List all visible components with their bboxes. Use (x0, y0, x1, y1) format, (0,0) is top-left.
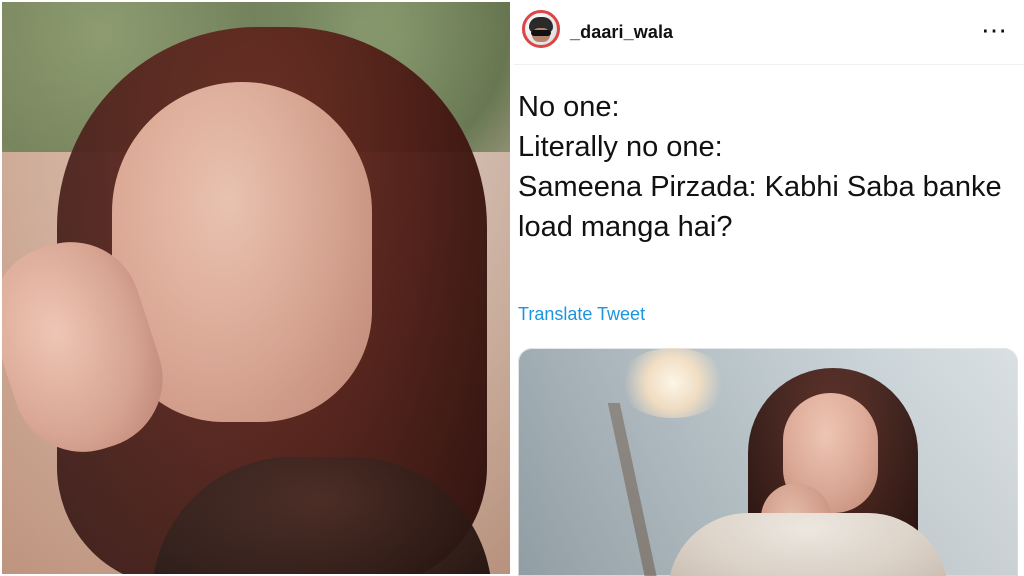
translate-tweet-link[interactable]: Translate Tweet (518, 304, 645, 325)
tweet-text-line-2: Literally no one: (518, 131, 723, 163)
tweet-media-image[interactable] (518, 348, 1018, 576)
media-shade (518, 348, 1018, 576)
tweet-card: _daari_wala ⋯ No one: Literally no one: … (514, 0, 1024, 576)
username[interactable]: _daari_wala (570, 22, 673, 43)
more-horizontal-icon: ⋯ (981, 15, 1007, 45)
tweet-text-line-1: No one: (518, 91, 620, 123)
tweet-header: _daari_wala ⋯ (514, 0, 1024, 65)
more-options-button[interactable]: ⋯ (980, 15, 1008, 45)
left-photo (2, 2, 510, 574)
meme-canvas: _daari_wala ⋯ No one: Literally no one: … (0, 0, 1024, 576)
avatar[interactable] (522, 10, 560, 48)
tweet-text: No one: Literally no one: Sameena Pirzad… (518, 87, 1018, 247)
tweet-text-line-4: load manga hai? (518, 211, 733, 243)
tweet-text-line-3: Sameena Pirzada: Kabhi Saba banke (518, 171, 1002, 203)
left-photo-sheen (2, 2, 510, 574)
avatar-glasses (531, 30, 551, 36)
